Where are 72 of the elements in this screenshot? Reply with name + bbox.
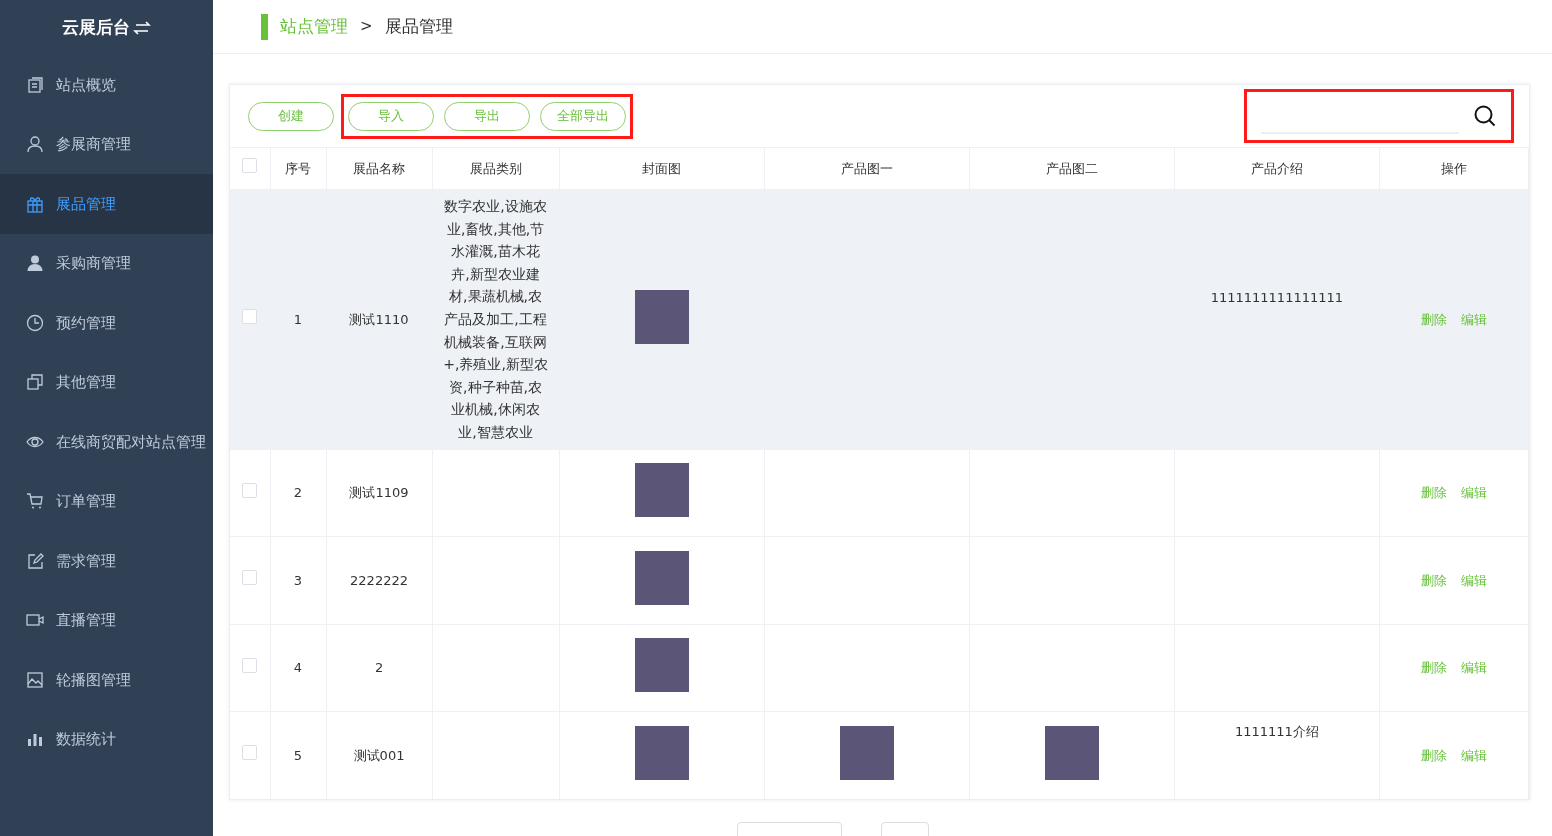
action-link[interactable]: 删除 [1420,747,1447,763]
column-header: 产品图二 [969,147,1175,190]
search-icon[interactable] [1473,104,1497,128]
sidebar-item[interactable]: 其他管理 [0,352,213,412]
toolbar-button[interactable]: 创建 [248,101,334,131]
table-cell: 测试1109 [326,449,433,537]
row-checkbox[interactable] [242,657,258,673]
action-link[interactable]: 编辑 [1460,485,1487,501]
breadcrumb-link[interactable]: 站点管理 [280,13,348,40]
sidebar-item[interactable]: 轮播图管理 [0,650,213,710]
cart-icon [26,492,44,511]
copy-icon [26,373,44,392]
row-checkbox[interactable] [242,745,258,761]
sidebar-item[interactable]: 直播管理 [0,590,213,650]
table-cell: 测试1110 [326,189,433,450]
accent-bar [261,13,268,40]
picture-icon [26,670,44,689]
sidebar-item[interactable]: 站点概览 [0,55,213,115]
action-link[interactable]: 删除 [1420,572,1447,588]
search-field[interactable] [1247,92,1511,140]
action-link[interactable]: 删除 [1420,485,1447,501]
app-title: 云展后台 [61,15,130,39]
edit-icon [26,551,44,570]
row-checkbox[interactable] [242,482,258,498]
table-cell: 1 [270,189,326,450]
table-cell: 3 [270,536,326,625]
toolbar-button[interactable]: 导出 [444,101,530,131]
column-header: 展品名称 [326,147,433,190]
user-icon [26,135,44,154]
switch-icon[interactable] [133,19,152,36]
toolbar-button[interactable]: 全部导出 [540,101,626,131]
row-checkbox[interactable] [242,570,258,586]
column-header: 产品图一 [764,147,970,190]
column-header: 操作 [1379,147,1529,190]
table-cell: 2 [326,624,433,712]
gift-icon [26,194,44,213]
column-header: 封面图 [559,147,765,190]
table-cell: 1111111111111111 [1174,189,1380,450]
sidebar-item[interactable]: 订单管理 [0,471,213,531]
sidebar-item[interactable]: 参展商管理 [0,114,213,174]
table-cell: 测试001 [326,711,433,800]
document-icon [26,75,44,94]
sidebar-item[interactable]: 展品管理 [0,174,213,234]
action-link[interactable]: 编辑 [1460,660,1487,676]
breadcrumb-separator: > [360,16,373,38]
action-link[interactable]: 编辑 [1460,311,1487,327]
action-link[interactable]: 删除 [1420,660,1447,676]
clock-icon [26,313,44,332]
column-header: 序号 [270,147,326,190]
action-link[interactable]: 编辑 [1460,747,1487,763]
page-jump-field[interactable] [880,822,929,836]
table-cell: 5 [270,711,326,800]
page-size-select[interactable] [736,822,842,836]
action-link[interactable]: 编辑 [1460,572,1487,588]
toolbar-button[interactable]: 导入 [348,101,434,131]
table-cell: 数字农业,设施农业,畜牧,其他,节水灌溉,苗木花卉,新型农业建材,果蔬机械,农产品及加工,工程机械装备,互联网+,养殖业,新型农资,种子种苗,农业机械,休闲农业,智慧农业 [432,189,560,450]
action-link[interactable]: 删除 [1420,311,1447,327]
sidebar-item[interactable]: 数据统计 [0,709,213,769]
breadcrumb-current: 展品管理 [384,14,453,38]
table-cell: 2 [270,449,326,537]
person-icon [26,254,44,273]
sidebar-item[interactable]: 采购商管理 [0,233,213,293]
table-cell: 1111111介绍 [1174,711,1380,800]
column-header: 展品类别 [432,147,560,190]
row-checkbox[interactable] [242,309,258,324]
sidebar-item[interactable]: 需求管理 [0,531,213,591]
table-cell: 4 [270,624,326,712]
select-all-checkbox[interactable] [242,158,258,174]
table-cell: 2222222 [326,536,433,625]
column-header: 产品介绍 [1174,147,1380,190]
sidebar-item[interactable]: 预约管理 [0,293,213,353]
sidebar-item[interactable]: 在线商贸配对站点管理 [0,412,213,472]
